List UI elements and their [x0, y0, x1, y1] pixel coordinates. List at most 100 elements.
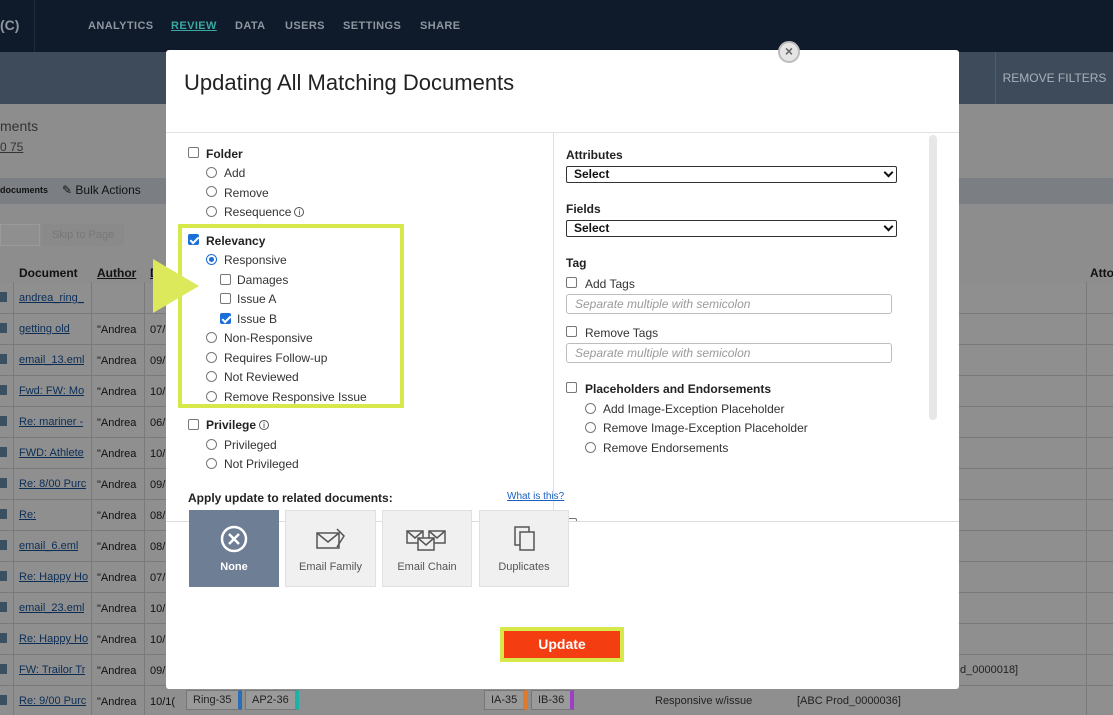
brand-logo: (C): [0, 17, 20, 33]
author-cell: "Andrea: [97, 603, 137, 615]
tag-chip: IB-36: [531, 690, 575, 710]
close-icon[interactable]: ×: [778, 41, 800, 63]
skip-to-page-button[interactable]: Skip to Page: [42, 224, 124, 246]
folder-resequence-label: Resequence i: [224, 205, 305, 219]
document-link[interactable]: Re:: [19, 509, 36, 521]
fields-select[interactable]: Select: [566, 220, 897, 237]
document-link[interactable]: Re: Happy Ho: [19, 571, 88, 583]
date-cell: 07/: [150, 324, 166, 336]
folder-remove-label: Remove: [224, 186, 269, 200]
update-button[interactable]: Update: [504, 631, 620, 658]
remove-placeholder-label: Remove Image-Exception Placeholder: [603, 421, 808, 435]
remove-endorsements-label: Remove Endorsements: [603, 441, 729, 455]
document-link[interactable]: FW: Trailor Tr: [19, 664, 85, 676]
document-link[interactable]: email_23.eml: [19, 602, 84, 614]
column-divider: [1086, 282, 1087, 715]
documents-menu[interactable]: documents: [0, 185, 48, 195]
document-icon: [0, 447, 7, 457]
info-icon[interactable]: i: [294, 207, 305, 217]
document-link[interactable]: email_6.eml: [19, 540, 78, 552]
remove-filters-button[interactable]: REMOVE FILTERS: [995, 52, 1113, 104]
what-is-this-link[interactable]: What is this?: [507, 491, 564, 502]
options-scrollbar[interactable]: [929, 135, 937, 420]
related-email-family-label: Email Family: [299, 561, 362, 573]
documents-title: ments: [0, 118, 39, 134]
attributes-label: Attributes: [566, 148, 623, 162]
author-cell: "Andrea: [97, 696, 137, 708]
privileged-radio[interactable]: [206, 439, 217, 450]
document-link[interactable]: FWD: Athlete: [19, 447, 84, 459]
date-cell: 10/: [150, 634, 166, 646]
column-header-attorney[interactable]: Atto: [1090, 266, 1113, 280]
not-privileged-radio[interactable]: [206, 458, 217, 469]
date-cell: 08/: [150, 510, 166, 522]
remove-tags-input[interactable]: Separate multiple with semicolon: [566, 343, 892, 363]
bulk-actions-button[interactable]: ✎ Bulk Actions: [62, 183, 141, 197]
document-icon: [0, 695, 7, 705]
email-chain-icon: [383, 525, 471, 553]
folder-resequence-radio[interactable]: [206, 206, 217, 217]
folder-remove-radio[interactable]: [206, 186, 217, 197]
author-cell: "Andrea: [97, 324, 137, 336]
chevron-down-icon: [883, 221, 894, 232]
date-cell: 10/: [150, 603, 166, 615]
author-cell: "Andrea: [97, 448, 137, 460]
author-cell: "Andrea: [97, 541, 137, 553]
nav-settings[interactable]: SETTINGS: [343, 20, 401, 32]
info-icon[interactable]: i: [259, 420, 270, 430]
placeholders-checkbox[interactable]: [566, 382, 577, 393]
privilege-checkbox[interactable]: [188, 419, 199, 430]
date-cell: 10/: [150, 386, 166, 398]
document-link[interactable]: Re: 9/00 Purc: [19, 695, 86, 707]
add-placeholder-radio[interactable]: [585, 403, 596, 414]
add-tags-input[interactable]: Separate multiple with semicolon: [566, 294, 892, 314]
document-icon: [0, 664, 7, 674]
add-placeholder-label: Add Image-Exception Placeholder: [603, 402, 785, 416]
document-link[interactable]: getting old: [19, 323, 70, 335]
add-tags-checkbox[interactable]: [566, 277, 577, 288]
author-cell: "Andrea: [97, 634, 137, 646]
related-none-option[interactable]: None: [189, 510, 279, 587]
document-link[interactable]: email_13.eml: [19, 354, 84, 366]
email-family-icon: [286, 525, 375, 553]
document-link[interactable]: Re: mariner -: [19, 416, 83, 428]
remove-tags-checkbox[interactable]: [566, 326, 577, 337]
related-email-family-option[interactable]: Email Family: [285, 510, 376, 587]
column-header-author[interactable]: Author: [97, 266, 136, 280]
chevron-down-icon: [883, 167, 894, 178]
remove-placeholder-radio[interactable]: [585, 422, 596, 433]
nav-data[interactable]: DATA: [235, 20, 266, 32]
attributes-select[interactable]: Select: [566, 166, 897, 183]
date-cell: 10/: [150, 448, 166, 460]
nav-analytics[interactable]: ANALYTICS: [88, 20, 154, 32]
related-email-chain-label: Email Chain: [397, 561, 457, 573]
page-size-links[interactable]: 0 75: [0, 140, 23, 154]
related-email-chain-option[interactable]: Email Chain: [382, 510, 472, 587]
page-number-input[interactable]: [0, 224, 40, 246]
placeholders-label: Placeholders and Endorsements: [585, 382, 772, 396]
folder-add-label: Add: [224, 166, 246, 180]
not-privileged-label: Not Privileged: [224, 457, 299, 471]
column-header-document[interactable]: Document: [19, 266, 78, 280]
folder-checkbox[interactable]: [188, 147, 199, 158]
bulk-actions-label: Bulk Actions: [75, 183, 141, 197]
document-link[interactable]: andrea_ring_: [19, 292, 84, 304]
bates-cell: d_0000018]: [960, 664, 1019, 676]
column-divider: [91, 282, 92, 715]
document-icon: [0, 385, 7, 395]
remove-endorsements-radio[interactable]: [585, 442, 596, 453]
nav-share[interactable]: SHARE: [420, 20, 461, 32]
document-link[interactable]: Re: 8/00 Purc: [19, 478, 86, 490]
related-duplicates-option[interactable]: Duplicates: [479, 510, 569, 587]
document-icon: [0, 292, 7, 302]
fields-options-pane[interactable]: Attributes Select Fields Select Tag Add …: [553, 133, 959, 521]
document-link[interactable]: Re: Happy Ho: [19, 633, 88, 645]
related-duplicates-label: Duplicates: [498, 561, 550, 573]
nav-users[interactable]: USERS: [285, 20, 325, 32]
document-icon: [0, 354, 7, 364]
document-icon: [0, 633, 7, 643]
author-cell: "Andrea: [97, 355, 137, 367]
folder-add-radio[interactable]: [206, 167, 217, 178]
nav-review[interactable]: REVIEW: [171, 20, 217, 32]
document-link[interactable]: Fwd: FW: Mo: [19, 385, 84, 397]
